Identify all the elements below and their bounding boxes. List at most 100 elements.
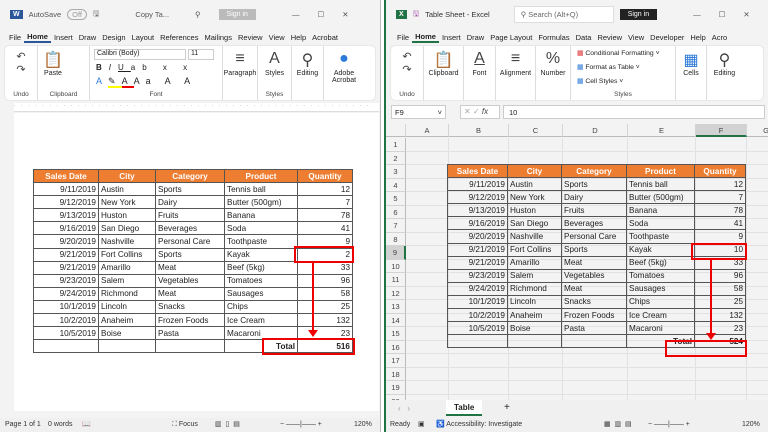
grid-cell[interactable] <box>747 260 768 273</box>
table-cell[interactable]: 9/16/2019 <box>447 216 508 231</box>
grid-cell[interactable] <box>747 314 768 327</box>
editing-button[interactable]: ⚲ Editing <box>292 46 324 100</box>
grid-cell[interactable] <box>747 381 768 395</box>
minimize-icon[interactable]: — <box>292 10 300 19</box>
sign-in-button[interactable]: Sign in <box>619 8 658 20</box>
table-cell[interactable]: 10/5/2019 <box>447 321 508 336</box>
tab-file[interactable]: File <box>6 33 24 42</box>
grid-cell[interactable] <box>509 151 563 165</box>
select-all-corner[interactable] <box>386 124 406 137</box>
grid-cell[interactable] <box>696 367 747 381</box>
tab-references[interactable]: References <box>157 33 201 42</box>
table-cell[interactable]: 9/11/2019 <box>33 182 99 197</box>
view-icons[interactable]: ▥ ▯ ▤ <box>215 418 240 432</box>
grid-cell[interactable] <box>406 381 449 395</box>
table-cell[interactable]: 41 <box>694 216 746 231</box>
tab-acrobat[interactable]: Acrobat <box>309 33 341 42</box>
grid-cell[interactable] <box>406 273 449 287</box>
column-header[interactable]: Product <box>626 163 695 179</box>
table-cell[interactable]: Fort Collins <box>507 242 562 257</box>
zoom-level[interactable]: 120% <box>742 418 760 432</box>
grid-cell[interactable] <box>406 138 449 152</box>
table-cell[interactable]: 78 <box>297 208 353 223</box>
alignment-button[interactable]: ≡ Alignment <box>496 46 536 100</box>
grid-cell[interactable] <box>406 219 449 233</box>
table-cell[interactable]: Soda <box>626 216 695 231</box>
tab-review[interactable]: Review <box>235 33 266 42</box>
table-cell[interactable]: 23 <box>694 321 746 336</box>
table-cell[interactable]: San Diego <box>507 216 562 231</box>
zoom-slider[interactable]: − ——|—— + <box>648 418 690 432</box>
column-header-B[interactable]: B <box>449 124 509 137</box>
grid-cell[interactable] <box>563 354 628 368</box>
grid-cell[interactable] <box>449 381 509 395</box>
close-icon[interactable]: ✕ <box>342 10 348 19</box>
save-icon[interactable]: 🖫 <box>413 8 419 21</box>
table-cell[interactable]: 10/1/2019 <box>447 294 508 310</box>
table-cell[interactable]: 9/21/2019 <box>33 247 99 262</box>
table-cell[interactable]: Toothpaste <box>224 234 298 249</box>
table-cell[interactable]: Snacks <box>561 294 627 310</box>
tab-design[interactable]: Design <box>99 33 128 42</box>
grid-cell[interactable] <box>628 381 696 395</box>
grid-cell[interactable] <box>747 341 768 354</box>
view-icons[interactable]: ▦ ▥ ▤ <box>604 418 632 432</box>
sheet-tab-table[interactable]: Table <box>446 400 483 416</box>
table-cell[interactable]: 9/21/2019 <box>33 260 99 275</box>
table-cell[interactable]: 9/16/2019 <box>33 221 99 236</box>
grid-cell[interactable] <box>747 138 768 152</box>
accessibility-status[interactable]: ♿ Accessibility: Investigate <box>436 418 522 432</box>
table-cell[interactable]: Lincoln <box>507 294 562 310</box>
table-cell[interactable]: Vegetables <box>561 268 627 283</box>
table-cell[interactable]: Salem <box>98 273 156 288</box>
grid-cell[interactable] <box>406 313 449 327</box>
grid-cell[interactable] <box>563 367 628 381</box>
horizontal-ruler[interactable]: · · · · · · · · · · · · · · · · · · · · … <box>14 103 379 112</box>
table-cell[interactable]: 12 <box>694 177 746 192</box>
row-header-5[interactable]: 5 <box>386 192 406 206</box>
column-header[interactable]: City <box>98 168 156 184</box>
table-cell[interactable]: Ice Cream <box>224 313 298 328</box>
conditional-formatting-button[interactable]: ▦ Conditional Formatting ˅ <box>577 49 660 57</box>
column-header-C[interactable]: C <box>509 124 563 137</box>
grid-cell[interactable] <box>747 287 768 300</box>
table-cell[interactable]: Anaheim <box>507 308 562 323</box>
table-cell[interactable]: 9/12/2019 <box>33 195 99 210</box>
grid-cell[interactable] <box>747 354 768 368</box>
table-cell[interactable]: 7 <box>694 190 746 205</box>
table-cell[interactable]: Nashville <box>98 234 156 249</box>
table-cell[interactable]: Kayak <box>224 247 298 262</box>
grid-cell[interactable] <box>406 205 449 219</box>
formula-bar[interactable]: 10 <box>503 105 765 119</box>
row-header-2[interactable]: 2 <box>386 151 406 165</box>
table-cell[interactable]: New York <box>507 190 562 205</box>
grid-cell[interactable] <box>406 246 449 260</box>
grid-cell[interactable] <box>509 367 563 381</box>
grid-cell[interactable] <box>563 151 628 165</box>
table-cell[interactable]: 9/23/2019 <box>447 268 508 283</box>
row-header-19[interactable]: 19 <box>386 381 406 395</box>
grid-cell[interactable] <box>449 367 509 381</box>
table-cell[interactable]: 9/20/2019 <box>447 229 508 244</box>
tab-home[interactable]: Home <box>24 32 51 43</box>
grid-cell[interactable] <box>747 192 768 206</box>
table-cell[interactable]: Macaroni <box>626 321 695 336</box>
formula-buttons[interactable]: ✕ ✓ fx <box>460 105 500 119</box>
table-cell[interactable]: Chips <box>626 294 695 310</box>
table-cell[interactable]: Dairy <box>155 195 225 210</box>
table-cell[interactable]: Austin <box>98 182 156 197</box>
table-cell[interactable]: Tomatoes <box>224 273 298 288</box>
grid-cell[interactable] <box>747 327 768 341</box>
macro-icon[interactable]: ▣ <box>418 418 425 432</box>
paste-icon[interactable]: 📋 <box>38 50 68 70</box>
grid-cell[interactable] <box>406 232 449 246</box>
tab-view[interactable]: View <box>266 33 288 42</box>
table-cell[interactable]: 25 <box>297 299 353 315</box>
table-cell[interactable]: 9/21/2019 <box>447 242 508 257</box>
tab-help[interactable]: Help <box>687 33 708 42</box>
table-cell[interactable]: 9/20/2019 <box>33 234 99 249</box>
column-header[interactable]: Quantity <box>297 168 353 184</box>
table-cell[interactable]: Fort Collins <box>98 247 156 262</box>
row-header-3[interactable]: 3 <box>386 165 406 179</box>
table-cell[interactable]: 10/5/2019 <box>33 326 99 341</box>
